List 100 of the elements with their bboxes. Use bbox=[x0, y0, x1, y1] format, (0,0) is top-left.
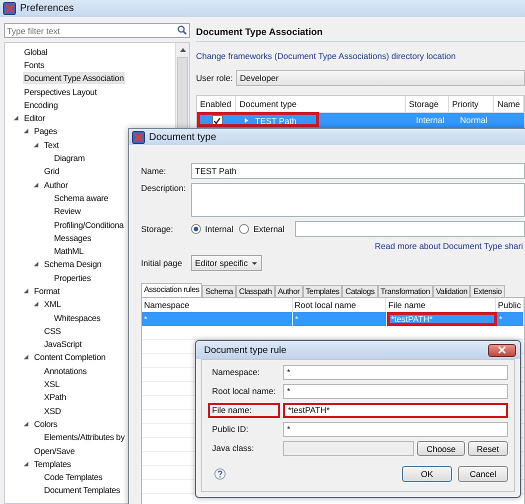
tree-item[interactable]: Annotations bbox=[43, 364, 88, 377]
help-icon[interactable] bbox=[214, 468, 226, 480]
scroll-up-icon[interactable] bbox=[178, 47, 186, 53]
dialog-title: Document type bbox=[149, 132, 216, 142]
dialog-button[interactable]: OK bbox=[402, 466, 452, 482]
tree-item[interactable]: Pages bbox=[33, 125, 58, 138]
tree-item[interactable]: Document Type Association bbox=[23, 72, 125, 84]
expanded-triangle-icon[interactable] bbox=[23, 288, 29, 294]
tree-item[interactable]: Profiling/Conditiona bbox=[53, 218, 125, 230]
description-field[interactable] bbox=[191, 183, 525, 217]
name-field[interactable]: TEST Path bbox=[191, 163, 525, 179]
user-role-label: User role: bbox=[196, 73, 233, 83]
expanded-triangle-icon[interactable] bbox=[23, 420, 29, 427]
dialog-button[interactable]: Reset bbox=[468, 441, 508, 456]
tree-item[interactable]: Text bbox=[43, 138, 60, 151]
input-field[interactable]: * bbox=[283, 384, 508, 399]
tree-item[interactable]: Schema Design bbox=[43, 258, 102, 270]
dialog-title: Document type rule bbox=[204, 344, 286, 356]
read-more-link[interactable]: Read more about Document Type shari bbox=[374, 241, 523, 251]
directory-link[interactable]: Change frameworks (Document Type Associations) directory location bbox=[196, 51, 525, 61]
tree-item[interactable]: Properties bbox=[53, 272, 92, 284]
tree-item[interactable]: Fonts bbox=[23, 58, 46, 71]
expanded-triangle-icon[interactable] bbox=[33, 142, 39, 148]
field-label: Initial page bbox=[141, 258, 184, 268]
expanded-triangle-icon[interactable] bbox=[33, 301, 39, 308]
dialog-button[interactable]: Choose bbox=[417, 441, 465, 456]
filter-field[interactable]: Type filter text bbox=[4, 23, 190, 38]
search-icon bbox=[177, 25, 187, 35]
field-label: Name: bbox=[141, 166, 168, 176]
input-field[interactable]: * bbox=[283, 365, 508, 380]
tab[interactable]: Author bbox=[274, 285, 303, 297]
input-field[interactable]: * bbox=[283, 422, 508, 437]
tree-item[interactable]: XSL bbox=[43, 378, 60, 390]
collapsed-triangle-icon[interactable] bbox=[244, 117, 249, 124]
field-label: Public ID: bbox=[211, 423, 250, 436]
tree-item[interactable]: Colors bbox=[33, 418, 58, 430]
expanded-triangle-icon[interactable] bbox=[23, 460, 29, 467]
input-field[interactable]: *testPATH* bbox=[283, 403, 508, 418]
tree-item[interactable]: Templates bbox=[33, 458, 72, 470]
column-header[interactable]: File name bbox=[386, 298, 496, 312]
app-logo-icon bbox=[3, 2, 16, 15]
radio-label[interactable]: Internal bbox=[205, 224, 234, 234]
tree-item[interactable]: XPath bbox=[43, 391, 68, 404]
expanded-triangle-icon[interactable] bbox=[23, 128, 29, 134]
window-title: Preferences bbox=[20, 3, 74, 14]
radio-label[interactable]: External bbox=[253, 224, 285, 234]
tree-item[interactable]: Format bbox=[33, 284, 61, 297]
tree-item[interactable]: Diagram bbox=[53, 152, 86, 164]
tree-item[interactable]: XSD bbox=[43, 404, 62, 417]
caret-icon bbox=[250, 260, 258, 266]
tree-item[interactable]: Author bbox=[43, 178, 69, 191]
tab[interactable]: Catalogs bbox=[342, 285, 378, 297]
expanded-triangle-icon[interactable] bbox=[13, 115, 19, 122]
field-label: File name: bbox=[208, 403, 280, 418]
tab[interactable]: Classpath bbox=[236, 285, 275, 297]
tree-item[interactable]: Grid bbox=[43, 165, 60, 178]
table-cell-text: Internal bbox=[415, 114, 446, 127]
tree-item[interactable]: Document Templates bbox=[43, 484, 122, 496]
field-label: Storage: bbox=[141, 224, 174, 234]
tree-item[interactable]: CSS bbox=[43, 324, 62, 337]
tree-item[interactable]: Global bbox=[23, 46, 48, 58]
tree-item[interactable]: Elements/Attributes by bbox=[43, 431, 126, 444]
field-label: Java class: bbox=[211, 442, 256, 455]
tab[interactable]: Validation bbox=[432, 285, 470, 297]
storage-radio[interactable] bbox=[239, 224, 250, 234]
tree-item[interactable]: Schema aware bbox=[53, 192, 110, 204]
tab[interactable]: Transformation bbox=[378, 285, 433, 297]
tree-item[interactable]: Content Completion bbox=[33, 351, 107, 364]
expanded-triangle-icon[interactable] bbox=[33, 261, 39, 268]
table-cell: TEST Path bbox=[255, 116, 296, 126]
tab[interactable]: Templates bbox=[302, 285, 342, 297]
initial-page-dropdown[interactable]: Editor specific bbox=[191, 255, 262, 271]
tree-item[interactable]: Whitespaces bbox=[53, 312, 102, 324]
external-path-field[interactable] bbox=[294, 221, 525, 237]
close-icon bbox=[498, 346, 506, 354]
tree-item[interactable]: Encoding bbox=[23, 98, 59, 111]
tree-item[interactable]: Code Templates bbox=[43, 471, 104, 484]
tab[interactable]: Schema bbox=[202, 285, 236, 297]
tree-item[interactable]: Review bbox=[53, 205, 82, 218]
tree-item[interactable]: Open/Save bbox=[33, 444, 76, 457]
close-button[interactable] bbox=[488, 344, 516, 356]
tree-item[interactable]: Perspectives Layout bbox=[23, 86, 98, 98]
tree-item[interactable]: Messages bbox=[53, 232, 92, 244]
page-heading: Document Type Association bbox=[196, 27, 525, 42]
field-label: Description: bbox=[141, 183, 187, 193]
column-header[interactable]: Enabled bbox=[197, 96, 236, 113]
tree-item[interactable]: MathML bbox=[53, 245, 85, 258]
dialog-button[interactable]: Cancel bbox=[458, 466, 508, 482]
app-logo-icon bbox=[132, 130, 145, 144]
field-label: Root local name: bbox=[211, 385, 277, 398]
expanded-triangle-icon[interactable] bbox=[33, 182, 39, 188]
tab[interactable]: Extensio bbox=[470, 285, 505, 297]
tab[interactable]: Association rules bbox=[141, 283, 202, 297]
storage-radio[interactable] bbox=[191, 224, 201, 234]
tree-item[interactable]: XML bbox=[43, 298, 62, 310]
expanded-triangle-icon[interactable] bbox=[23, 354, 29, 360]
user-role-dropdown[interactable]: Developer bbox=[236, 70, 525, 86]
tree-item[interactable]: JavaScript bbox=[43, 338, 83, 350]
tree-item[interactable]: Editor bbox=[23, 112, 46, 124]
table-cell: * bbox=[293, 312, 387, 326]
